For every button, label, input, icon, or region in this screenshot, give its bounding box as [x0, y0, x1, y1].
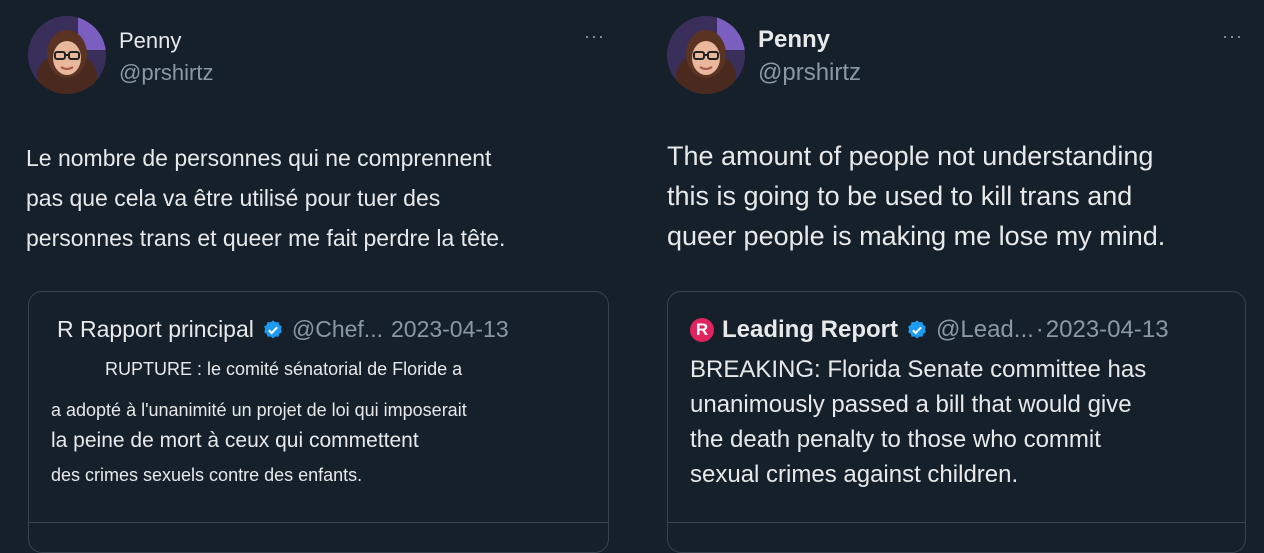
quoted-tweet-header: R Rapport principal @Chef... 2023-04-13 — [57, 316, 509, 343]
tweet-body: Le nombre de personnes qui ne comprennen… — [26, 138, 505, 258]
quoted-date[interactable]: 2023-04-13 — [1046, 316, 1169, 344]
quoted-tweet-header: R Leading Report @Lead... · 2023-04-13 — [690, 316, 1169, 344]
avatar[interactable] — [28, 16, 106, 94]
quoted-text-line: sexual crimes against children. — [690, 461, 1019, 488]
quoted-author-handle[interactable]: @Lead... — [936, 316, 1034, 344]
tweet-text-line: pas que cela va être utilisé pour tuer d… — [26, 185, 441, 211]
quoted-author-name[interactable]: R Rapport principal — [57, 316, 254, 343]
verified-badge-icon — [264, 319, 282, 338]
avatar[interactable] — [667, 16, 745, 94]
author-handle[interactable]: @prshirtz — [758, 59, 861, 87]
author-handle[interactable]: @prshirtz — [119, 60, 213, 86]
avatar-image — [667, 16, 745, 94]
author-name[interactable]: Penny — [758, 26, 830, 54]
avatar-image — [28, 16, 106, 94]
quoted-author-name[interactable]: Leading Report — [722, 316, 898, 344]
quoted-text-line: des crimes sexuels contre des enfants. — [51, 465, 363, 485]
quoted-tweet-divider — [29, 522, 608, 523]
quoted-tweet[interactable]: R Rapport principal @Chef... 2023-04-13 … — [28, 291, 609, 553]
tweet-text-line: The amount of people not understanding — [667, 141, 1154, 171]
tweet-text-line: personnes trans et queer me fait perdre … — [26, 225, 506, 251]
header-separator: · — [1035, 316, 1044, 343]
quoted-tweet-divider — [668, 522, 1245, 523]
tweet-body: The amount of people not understanding t… — [667, 136, 1165, 256]
author-name[interactable]: Penny — [119, 28, 181, 54]
quoted-text-line: la peine de mort à ceux qui commettent — [51, 429, 419, 452]
quoted-tweet[interactable]: R Leading Report @Lead... · 2023-04-13 B… — [667, 291, 1246, 553]
quoted-text-line: RUPTURE : le comité sénatorial de Florid… — [105, 359, 463, 379]
more-options-icon[interactable]: ··· — [584, 26, 605, 47]
tweet-text-line: queer people is making me lose my mind. — [667, 221, 1166, 251]
tweet-card-french: Penny @prshirtz ··· Le nombre de personn… — [0, 0, 632, 553]
tweet-text-line: Le nombre de personnes qui ne comprennen… — [26, 145, 492, 171]
verified-badge-icon — [908, 320, 926, 339]
quoted-text-line: BREAKING: Florida Senate committee has — [690, 356, 1147, 383]
leading-report-logo-icon: R — [690, 318, 714, 342]
more-options-icon[interactable]: ··· — [1222, 26, 1243, 47]
quoted-text-line: unanimously passed a bill that would giv… — [690, 391, 1132, 418]
tweet-card-english: Penny @prshirtz ··· The amount of people… — [640, 0, 1264, 553]
quoted-text-line: a adopté à l'unanimité un projet de loi … — [51, 400, 467, 420]
tweet-text-line: this is going to be used to kill trans a… — [667, 181, 1133, 211]
quoted-text-line: the death penalty to those who commit — [690, 426, 1101, 453]
quoted-date[interactable]: 2023-04-13 — [391, 316, 509, 343]
quoted-author-handle[interactable]: @Chef... — [292, 316, 383, 343]
